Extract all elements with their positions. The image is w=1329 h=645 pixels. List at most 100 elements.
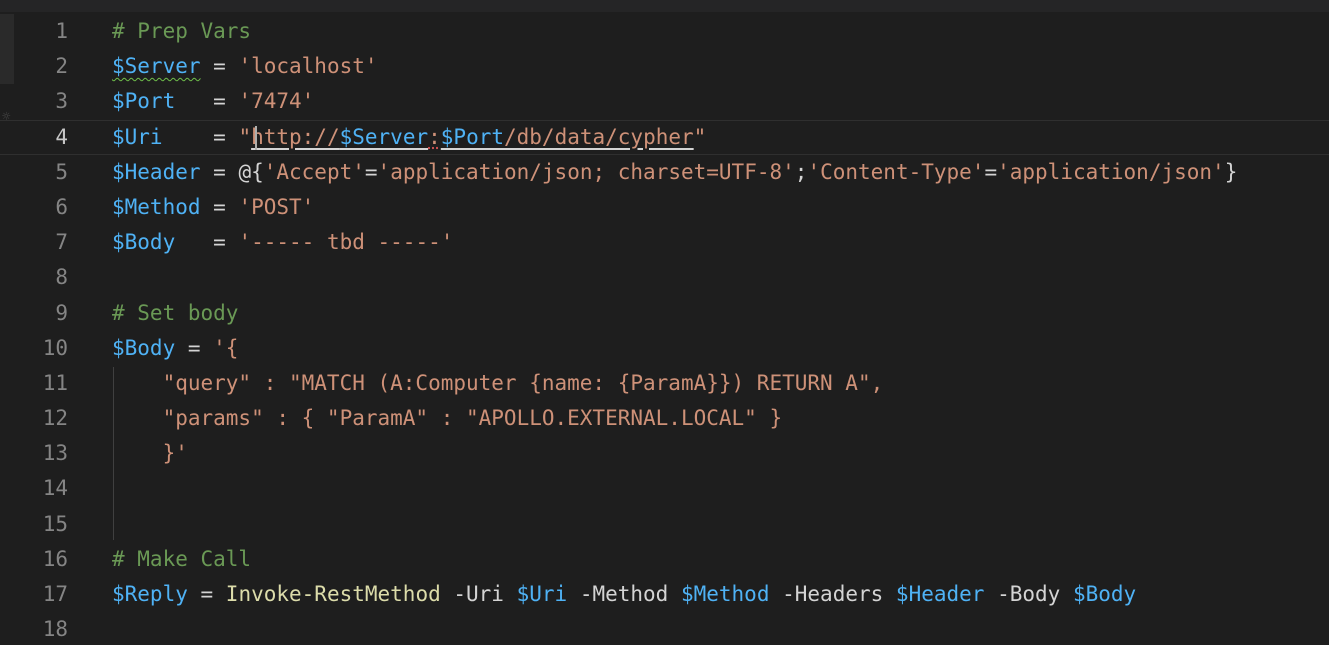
line-number: 4 bbox=[55, 124, 68, 149]
code-token: # Make Call bbox=[112, 546, 252, 571]
code-line[interactable]: 16 # Make Call bbox=[0, 542, 1329, 577]
line-code[interactable]: "query" : "MATCH (A:Computer {name: {Par… bbox=[112, 366, 884, 401]
line-number: 13 bbox=[42, 441, 68, 466]
code-token: = bbox=[175, 230, 239, 255]
line-number: 12 bbox=[42, 406, 68, 431]
line-code[interactable]: $Server = 'localhost' bbox=[112, 49, 378, 84]
code-line[interactable]: 18 bbox=[0, 612, 1329, 645]
code-token: $Method bbox=[680, 582, 770, 606]
code-token: -Body bbox=[984, 582, 1073, 606]
code-token: /db/data/cypher bbox=[504, 124, 694, 149]
code-line[interactable]: 10 $Body = '{ bbox=[0, 331, 1329, 366]
code-token: } bbox=[1224, 159, 1238, 184]
line-number: 8 bbox=[55, 265, 68, 290]
line-number: 5 bbox=[55, 159, 68, 184]
code-token: 'localhost' bbox=[238, 54, 378, 79]
code-token: $Method bbox=[112, 194, 201, 219]
code-token: -Headers bbox=[769, 582, 896, 606]
code-token: "params" : { "ParamA" : "APOLLO.EXTERNAL… bbox=[112, 406, 783, 431]
code-line[interactable]: 1 # Prep Vars bbox=[0, 14, 1329, 49]
line-number: 17 bbox=[42, 582, 68, 606]
line-number: 2 bbox=[55, 54, 68, 79]
code-token: = bbox=[175, 335, 214, 360]
line-code[interactable]: $Body = '{ bbox=[112, 331, 238, 366]
code-token: = bbox=[200, 54, 239, 79]
code-line[interactable]: 6 $Method = 'POST' bbox=[0, 190, 1329, 225]
line-number: 11 bbox=[42, 370, 68, 395]
code-token: $Body bbox=[1072, 582, 1137, 606]
line-code[interactable]: $Port = '7474' bbox=[112, 84, 314, 119]
code-token: = bbox=[162, 124, 239, 149]
code-token: " bbox=[693, 124, 707, 149]
line-code[interactable]: # Set body bbox=[112, 296, 238, 331]
code-line[interactable]: 8 bbox=[0, 260, 1329, 295]
line-number: 6 bbox=[55, 194, 68, 219]
code-token: $Header bbox=[895, 582, 985, 606]
code-line[interactable]: 7 $Body = '----- tbd -----' bbox=[0, 225, 1329, 260]
line-number: 7 bbox=[55, 230, 68, 255]
code-token: 'Accept' bbox=[263, 159, 365, 184]
code-token: ; bbox=[794, 159, 808, 184]
code-token: -Uri bbox=[440, 582, 517, 606]
code-line[interactable]: 12 "params" : { "ParamA" : "APOLLO.EXTER… bbox=[0, 401, 1329, 436]
code-line[interactable]: 5 $Header = @{'Accept'='application/json;… bbox=[0, 155, 1329, 190]
code-token: $Uri bbox=[112, 124, 163, 149]
code-token: 'Content-Type' bbox=[807, 159, 985, 184]
code-token: $Port bbox=[440, 124, 504, 149]
code-line[interactable]: 4 $Uri = " http://$Server:$Port/db/data/cy… bbox=[0, 120, 1329, 155]
line-code[interactable]: }' bbox=[112, 436, 188, 471]
line-code[interactable]: $Body = '----- tbd -----' bbox=[112, 225, 453, 260]
code-token: # Prep Vars bbox=[112, 19, 252, 43]
line-number: 1 bbox=[55, 19, 68, 43]
line-code[interactable]: "params" : { "ParamA" : "APOLLO.EXTERNAL… bbox=[112, 401, 783, 436]
code-line[interactable]: 15 bbox=[0, 507, 1329, 542]
line-code[interactable]: # Prep Vars bbox=[112, 14, 251, 49]
code-token: = bbox=[364, 159, 378, 184]
code-line[interactable]: 9 # Set body bbox=[0, 296, 1329, 331]
line-code[interactable]: $Method = 'POST' bbox=[112, 190, 314, 225]
code-token: $Body bbox=[112, 335, 176, 360]
code-token: 'application/json; charset=UTF-8' bbox=[377, 159, 795, 184]
line-code[interactable]: $Header = @{'Accept'='application/json; … bbox=[112, 155, 1237, 190]
code-line[interactable]: 11 "query" : "MATCH (A:Computer {name: {… bbox=[0, 366, 1329, 401]
line-number: 16 bbox=[42, 546, 68, 571]
code-token: "query" : "MATCH (A:Computer {name: {Par… bbox=[112, 370, 884, 395]
code-token: $Body bbox=[112, 230, 176, 255]
code-token: : bbox=[428, 124, 441, 149]
code-token: # Set body bbox=[112, 300, 239, 325]
code-token: = bbox=[187, 582, 226, 606]
code-line[interactable]: 3 $Port = '7474' bbox=[0, 84, 1329, 119]
code-token: 'POST' bbox=[238, 194, 315, 219]
code-token: 'application/json' bbox=[997, 159, 1225, 184]
line-code[interactable]: $Reply = Invoke-RestMethod -Uri $Uri -Me… bbox=[112, 577, 1136, 612]
code-token: http:// bbox=[251, 124, 340, 149]
code-token: '{ bbox=[213, 335, 239, 360]
line-number: 15 bbox=[42, 511, 68, 536]
code-token: $Port bbox=[112, 89, 176, 114]
code-token: '7474' bbox=[238, 89, 315, 114]
code-token: = @{ bbox=[200, 159, 264, 184]
editor-lines[interactable]: 1 # Prep Vars 2 $Server = 'localhost' 3 $Port… bbox=[0, 14, 1329, 645]
code-token: }' bbox=[112, 441, 188, 466]
line-number: 14 bbox=[42, 476, 68, 501]
code-token: $Server bbox=[112, 54, 201, 79]
line-code[interactable]: $Uri = " http://$Server:$Port/db/data/cyp… bbox=[112, 120, 706, 155]
code-line[interactable]: 17 $Reply = Invoke-RestMethod -Uri $Uri -… bbox=[0, 577, 1329, 612]
line-code[interactable]: # Make Call bbox=[112, 542, 251, 577]
code-token: = bbox=[175, 89, 239, 114]
line-number: 9 bbox=[55, 300, 68, 325]
code-token: = bbox=[200, 194, 239, 219]
code-line[interactable]: 14 bbox=[0, 471, 1329, 506]
code-token: = bbox=[984, 159, 998, 184]
code-editor[interactable]: ☼ 1 # Prep Vars 2 $Server = 'localhost' 3 $Po… bbox=[0, 0, 1329, 645]
line-number: 3 bbox=[55, 89, 68, 114]
editor-tab-bar bbox=[0, 0, 1329, 12]
code-token: $Reply bbox=[112, 582, 188, 606]
code-line[interactable]: 2 $Server = 'localhost' bbox=[0, 49, 1329, 84]
code-token: $Server bbox=[339, 124, 429, 149]
line-number: 10 bbox=[42, 335, 68, 360]
code-token: Invoke-RestMethod bbox=[225, 582, 441, 606]
line-number: 18 bbox=[42, 617, 68, 642]
code-token: '----- tbd -----' bbox=[238, 230, 454, 255]
code-line[interactable]: 13 }' bbox=[0, 436, 1329, 471]
